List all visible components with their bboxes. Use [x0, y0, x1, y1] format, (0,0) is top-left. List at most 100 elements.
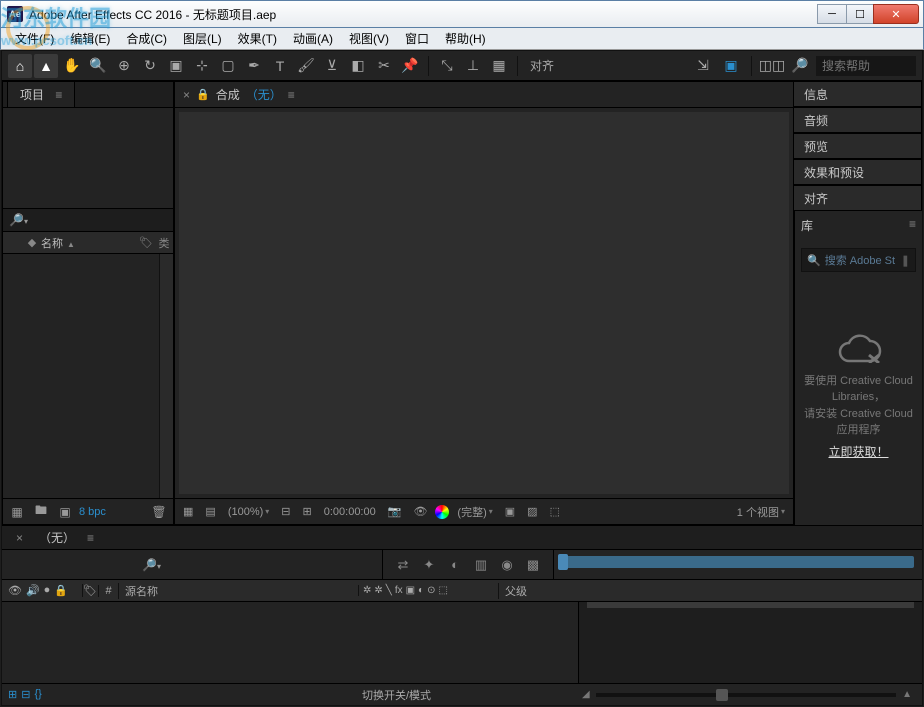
text-tool[interactable]: T	[268, 54, 292, 78]
index-column[interactable]: #	[98, 585, 118, 597]
3d-view-icon[interactable]: ⬚	[546, 505, 564, 518]
library-tab[interactable]: 库	[801, 217, 813, 234]
resolution-icon[interactable]: ⊟	[277, 505, 294, 518]
snapshot-icon[interactable]: 📷	[384, 505, 406, 518]
axis-world-icon[interactable]: ⊥	[461, 54, 485, 78]
camera-tool[interactable]: ▣	[164, 54, 188, 78]
brush-tool[interactable]: 🖌	[294, 54, 318, 78]
clone-tool[interactable]: ⊻	[320, 54, 344, 78]
audio-panel-header[interactable]: 音频	[794, 107, 922, 133]
project-tab[interactable]: 项目 ≡	[7, 81, 75, 107]
visibility-column-icon[interactable]: 👁	[8, 584, 22, 597]
panel-menu-icon[interactable]: ≡	[87, 531, 94, 545]
frame-blend-icon[interactable]: ▥	[471, 555, 491, 575]
trash-icon[interactable]: 🗑	[149, 502, 169, 522]
eraser-tool[interactable]: ◧	[346, 54, 370, 78]
layer-list-area[interactable]	[2, 602, 578, 683]
graph-editor-icon[interactable]: ▩	[523, 555, 543, 575]
timeline-zoom-slider[interactable]	[596, 693, 896, 697]
minimize-button[interactable]: ─	[817, 4, 847, 24]
search-help-input[interactable]	[816, 56, 916, 76]
menu-view[interactable]: 视图(V)	[341, 30, 397, 47]
draft3d-icon[interactable]: ✦	[419, 555, 439, 575]
timeline-graph-area[interactable]	[578, 602, 922, 683]
toggle-modes-icon[interactable]: ⊟	[21, 688, 30, 701]
pan-behind-tool[interactable]: ⊹	[190, 54, 214, 78]
view-layout-dropdown[interactable]: 1 个视图▾	[733, 504, 789, 520]
type-column[interactable]: 类	[155, 235, 173, 251]
fast-preview-icon[interactable]: ⊞	[299, 505, 316, 518]
puppet-tool[interactable]: 📌	[398, 54, 422, 78]
panel-menu-icon[interactable]: ≡	[55, 88, 62, 102]
time-ruler[interactable]	[553, 550, 922, 579]
toggle-mode-label[interactable]: 切换开关/模式	[362, 687, 431, 703]
menu-effect[interactable]: 效果(T)	[230, 30, 285, 47]
roto-tool[interactable]: ✂	[372, 54, 396, 78]
maximize-button[interactable]: ☐	[846, 4, 874, 24]
panel-menu-icon[interactable]: ≡	[288, 88, 295, 102]
snap-box-icon[interactable]: ▣	[719, 54, 743, 78]
lock-column-icon[interactable]: 🔒	[54, 584, 68, 597]
align-panel-header[interactable]: 对齐	[794, 185, 922, 211]
time-display[interactable]: 0:00:00:00	[320, 506, 380, 518]
home-tool[interactable]: ⌂	[8, 54, 32, 78]
axis-local-icon[interactable]: ⤡	[435, 54, 459, 78]
toggle-alpha-icon[interactable]: ▦	[179, 505, 197, 518]
hand-tool[interactable]: ✋	[60, 54, 84, 78]
toggle-brackets-icon[interactable]: {}	[34, 688, 41, 701]
axis-view-icon[interactable]: ▦	[487, 54, 511, 78]
comp-mini-flowchart-icon[interactable]: ⇄	[393, 555, 413, 575]
shy-icon[interactable]: ◐	[445, 555, 465, 575]
zoom-dropdown[interactable]: (100%)▾	[224, 506, 273, 518]
motion-blur-icon[interactable]: ◉	[497, 555, 517, 575]
resolution-dropdown[interactable]: (完整)▾	[453, 504, 496, 520]
timeline-close-icon[interactable]: ×	[8, 528, 31, 548]
scrollbar[interactable]	[159, 254, 173, 498]
menu-window[interactable]: 窗口	[397, 30, 437, 47]
rotate-tool[interactable]: ↻	[138, 54, 162, 78]
info-panel-header[interactable]: 信息	[794, 81, 922, 107]
solo-column-icon[interactable]: ●	[44, 584, 51, 597]
channel-icon[interactable]	[435, 505, 449, 519]
timeline-tab[interactable]: （无）	[31, 526, 83, 549]
preview-panel-header[interactable]: 预览	[794, 133, 922, 159]
comp-none-link[interactable]: （无）	[246, 86, 282, 103]
transparency-icon[interactable]: ▨	[523, 505, 541, 518]
shape-tool[interactable]: ▢	[216, 54, 240, 78]
menu-layer[interactable]: 图层(L)	[175, 30, 230, 47]
menu-composition[interactable]: 合成(C)	[118, 30, 175, 47]
library-get-link[interactable]: 立即获取！	[828, 443, 888, 461]
roi-icon[interactable]: ▣	[501, 505, 519, 518]
effects-panel-header[interactable]: 效果和预设	[794, 159, 922, 185]
lock-icon[interactable]: 🔒	[196, 88, 210, 101]
switches-column[interactable]: ✲✲╲fx▣◐⊙⬚	[358, 585, 498, 596]
workspace-icon[interactable]: ◫◫	[760, 54, 784, 78]
tag-column-icon[interactable]: 🏷	[137, 236, 155, 249]
timeline-search-icon[interactable]: 🔎▾	[142, 558, 161, 572]
panel-menu-icon[interactable]: ≡	[909, 217, 916, 234]
interpret-icon[interactable]: ▦	[7, 502, 27, 522]
source-name-column[interactable]: 源名称	[118, 583, 358, 599]
snap-icon[interactable]: ⇲	[691, 54, 715, 78]
zoom-in-icon[interactable]: ▲	[902, 689, 912, 700]
toggle-grid-icon[interactable]: ▤	[201, 505, 219, 518]
viewer-canvas[interactable]	[179, 112, 789, 494]
parent-column[interactable]: 父级	[498, 583, 578, 599]
menu-help[interactable]: 帮助(H)	[437, 30, 494, 47]
menu-edit[interactable]: 编辑(E)	[62, 30, 118, 47]
search-icon[interactable]: 🔎▾	[9, 213, 28, 227]
close-tab-icon[interactable]: ×	[183, 88, 190, 102]
bpc-toggle[interactable]: 8 bpc	[79, 506, 106, 518]
orbit-tool[interactable]: ⊕	[112, 54, 136, 78]
label-column-icon[interactable]: ◆	[23, 236, 41, 249]
search-icon[interactable]: 🔎	[788, 54, 812, 78]
menu-animation[interactable]: 动画(A)	[285, 30, 341, 47]
pen-tool[interactable]: ✒	[242, 54, 266, 78]
selection-tool[interactable]: ▲	[34, 54, 58, 78]
folder-icon[interactable]: 🖿	[31, 502, 51, 522]
label-column-icon[interactable]: 🏷	[82, 584, 98, 597]
new-comp-icon[interactable]: ▣	[55, 502, 75, 522]
close-button[interactable]: ✕	[873, 4, 919, 24]
show-snapshot-icon[interactable]: 👁	[409, 505, 431, 518]
name-column[interactable]: 名称▲	[41, 235, 137, 251]
